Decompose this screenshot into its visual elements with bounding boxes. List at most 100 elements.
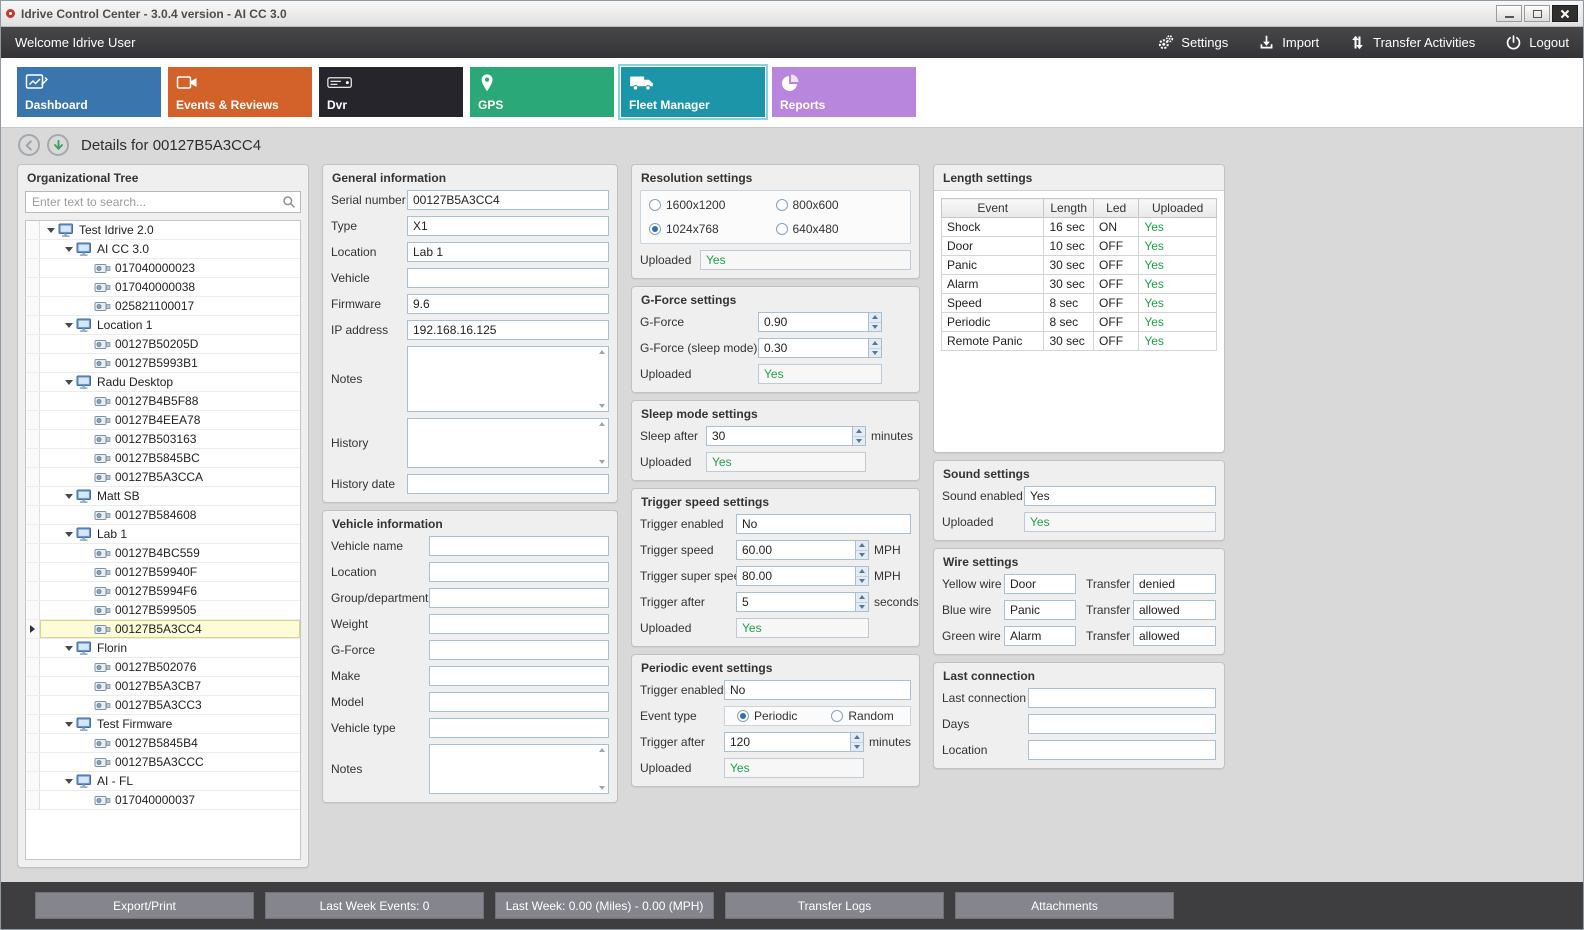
- blue-wire-transfer-input[interactable]: [1133, 600, 1216, 620]
- tree-node-ai-fl[interactable]: AI - FL: [26, 772, 300, 791]
- tab-reports[interactable]: Reports: [772, 67, 916, 117]
- location-input[interactable]: [1028, 740, 1216, 760]
- tree-node-00127b4bc559[interactable]: 00127B4BC559: [26, 544, 300, 563]
- expander-icon[interactable]: [62, 323, 76, 328]
- length-col-uploaded[interactable]: Uploaded: [1139, 199, 1217, 218]
- notes-textarea[interactable]: [407, 346, 609, 412]
- tree-node-00127b5a3cc3[interactable]: 00127B5A3CC3: [26, 696, 300, 715]
- group-department-input[interactable]: [429, 588, 609, 608]
- yellow-wire-transfer-input[interactable]: [1133, 574, 1216, 594]
- tab-events-reviews[interactable]: Events & Reviews: [168, 67, 312, 117]
- spin-down-button[interactable]: [856, 603, 868, 612]
- last-week-events-0-button[interactable]: Last Week Events: 0: [265, 892, 484, 919]
- vehicle-type-input[interactable]: [429, 718, 609, 738]
- spin-down-button[interactable]: [853, 437, 865, 446]
- tree-node-lab-1[interactable]: Lab 1: [26, 525, 300, 544]
- trigger-after-input[interactable]: [736, 592, 869, 612]
- spin-up-button[interactable]: [856, 541, 868, 551]
- tree-node-00127b4eea78[interactable]: 00127B4EEA78: [26, 411, 300, 430]
- trigger-enabled-input[interactable]: [736, 514, 911, 534]
- expander-icon[interactable]: [62, 247, 76, 252]
- make-input[interactable]: [429, 666, 609, 686]
- minimize-button[interactable]: [1496, 5, 1522, 22]
- tab-dvr[interactable]: Dvr: [319, 67, 463, 117]
- length-col-led[interactable]: Led: [1094, 199, 1139, 218]
- spin-up-button[interactable]: [869, 313, 881, 323]
- spin-up-button[interactable]: [869, 339, 881, 349]
- tree-node-00127b5a3cca[interactable]: 00127B5A3CCA: [26, 468, 300, 487]
- ip-address-input[interactable]: [407, 320, 609, 340]
- history-textarea[interactable]: [407, 418, 609, 468]
- days-input[interactable]: [1028, 714, 1216, 734]
- import-button[interactable]: Import: [1258, 34, 1319, 51]
- tree-node-matt-sb[interactable]: Matt SB: [26, 487, 300, 506]
- expander-icon[interactable]: [44, 228, 58, 233]
- spin-up-button[interactable]: [856, 567, 868, 577]
- sound-enabled-input[interactable]: [1024, 486, 1216, 506]
- logout-button[interactable]: Logout: [1505, 34, 1569, 51]
- tab-gps[interactable]: GPS: [470, 67, 614, 117]
- vehicle-name-input[interactable]: [429, 536, 609, 556]
- spin-down-button[interactable]: [869, 323, 881, 332]
- tree-node-00127b59940f[interactable]: 00127B59940F: [26, 563, 300, 582]
- tree-node-00127b5993b1[interactable]: 00127B5993B1: [26, 354, 300, 373]
- radio-random[interactable]: Random: [831, 709, 893, 723]
- tree-node-025821100017[interactable]: 025821100017: [26, 297, 300, 316]
- tab-fleet-manager[interactable]: Fleet Manager: [621, 67, 765, 117]
- back-button[interactable]: [18, 134, 40, 156]
- spin-down-button[interactable]: [851, 743, 863, 752]
- tab-dashboard[interactable]: Dashboard: [17, 67, 161, 117]
- tree-node-017040000023[interactable]: 017040000023: [26, 259, 300, 278]
- radio-640x480[interactable]: 640x480: [776, 222, 903, 236]
- scroll-down-button[interactable]: [47, 134, 69, 156]
- attachments-button[interactable]: Attachments: [955, 892, 1174, 919]
- green-wire-transfer-input[interactable]: [1133, 626, 1216, 646]
- tree-node-00127b503163[interactable]: 00127B503163: [26, 430, 300, 449]
- tree-node-00127b50205d[interactable]: 00127B50205D: [26, 335, 300, 354]
- expander-icon[interactable]: [62, 779, 76, 784]
- trigger-enabled-input[interactable]: [724, 680, 911, 700]
- tree-node-test-idrive-2-0[interactable]: Test Idrive 2.0: [26, 221, 300, 240]
- green-wire-input[interactable]: [1004, 626, 1076, 646]
- expander-icon[interactable]: [62, 722, 76, 727]
- tree-node-00127b5a3cc4[interactable]: 00127B5A3CC4: [26, 620, 300, 639]
- length-row-speed[interactable]: Speed8 secOFFYes: [942, 294, 1217, 313]
- history-date-input[interactable]: [407, 474, 609, 494]
- settings-button[interactable]: Settings: [1157, 34, 1228, 51]
- sleep-after-input[interactable]: [706, 426, 866, 446]
- trigger-after-input[interactable]: [724, 732, 864, 752]
- tree-node-00127b5845bc[interactable]: 00127B5845BC: [26, 449, 300, 468]
- maximize-button[interactable]: [1524, 5, 1550, 22]
- radio-1024x768[interactable]: 1024x768: [649, 222, 776, 236]
- tree-node-00127b5a3ccc[interactable]: 00127B5A3CCC: [26, 753, 300, 772]
- tree-node-00127b584608[interactable]: 00127B584608: [26, 506, 300, 525]
- expander-icon[interactable]: [62, 380, 76, 385]
- tree-node-ai-cc-3-0[interactable]: AI CC 3.0: [26, 240, 300, 259]
- notes-textarea[interactable]: [429, 744, 609, 794]
- length-row-alarm[interactable]: Alarm30 secOFFYes: [942, 275, 1217, 294]
- expander-icon[interactable]: [62, 532, 76, 537]
- tree-node-00127b4b5f88[interactable]: 00127B4B5F88: [26, 392, 300, 411]
- length-row-periodic[interactable]: Periodic8 secOFFYes: [942, 313, 1217, 332]
- tree-node-location-1[interactable]: Location 1: [26, 316, 300, 335]
- length-row-remote-panic[interactable]: Remote Panic30 secOFFYes: [942, 332, 1217, 351]
- last-connection-input[interactable]: [1028, 688, 1216, 708]
- radio-1600x1200[interactable]: 1600x1200: [649, 198, 776, 212]
- location-input[interactable]: [407, 242, 609, 262]
- tree-node-017040000038[interactable]: 017040000038: [26, 278, 300, 297]
- trigger-speed-input[interactable]: [736, 540, 869, 560]
- last-week-0-00-miles-0-00-mph-button[interactable]: Last Week: 0.00 (Miles) - 0.00 (MPH): [495, 892, 714, 919]
- expander-icon[interactable]: [62, 646, 76, 651]
- model-input[interactable]: [429, 692, 609, 712]
- export-print-button[interactable]: Export/Print: [35, 892, 254, 919]
- firmware-input[interactable]: [407, 294, 609, 314]
- close-button[interactable]: [1552, 5, 1578, 22]
- expander-icon[interactable]: [62, 494, 76, 499]
- tree-search-input[interactable]: [25, 191, 301, 213]
- spin-up-button[interactable]: [856, 593, 868, 603]
- length-col-event[interactable]: Event: [942, 199, 1044, 218]
- g-force-input[interactable]: [429, 640, 609, 660]
- transfer-logs-button[interactable]: Transfer Logs: [725, 892, 944, 919]
- length-row-panic[interactable]: Panic30 secOFFYes: [942, 256, 1217, 275]
- g-force-input[interactable]: [758, 312, 882, 332]
